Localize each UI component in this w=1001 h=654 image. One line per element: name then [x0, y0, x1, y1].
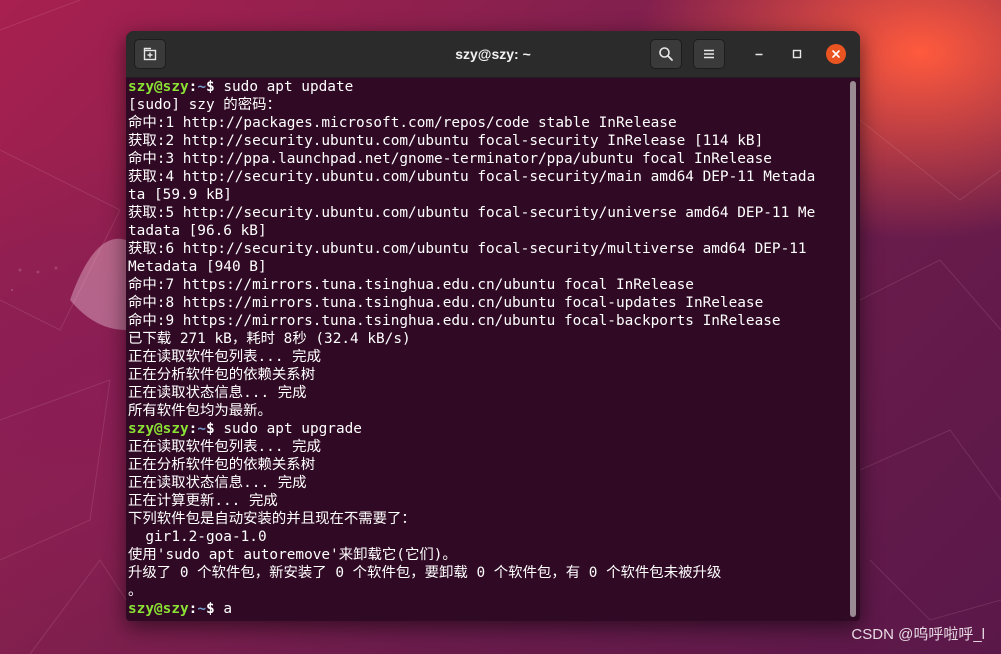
output-line: 正在读取软件包列表... 完成: [128, 438, 846, 456]
close-button[interactable]: [826, 44, 846, 64]
prompt-symbol: $: [206, 421, 224, 437]
output-line: 正在读取软件包列表... 完成: [128, 348, 846, 366]
prompt-symbol: $: [206, 79, 224, 95]
output-line: 命中:1 http://packages.microsoft.com/repos…: [128, 114, 846, 132]
output-text: ta [59.9 kB]: [128, 187, 232, 203]
output-line: 命中:8 https://mirrors.tuna.tsinghua.edu.c…: [128, 294, 846, 312]
terminal-scrollbar[interactable]: [848, 81, 858, 619]
close-icon: [832, 50, 840, 58]
output-text: 正在读取软件包列表... 完成: [128, 349, 321, 365]
prompt-path: ~: [197, 421, 206, 437]
output-line: Metadata [940 B]: [128, 258, 846, 276]
watermark-text: CSDN @呜呼啦呼_l: [851, 626, 985, 643]
output-line: 获取:5 http://security.ubuntu.com/ubuntu f…: [128, 204, 846, 222]
prompt-user: szy@szy: [128, 601, 189, 617]
output-line: 下列软件包是自动安装的并且现在不需要了：: [128, 510, 846, 528]
output-line: 正在读取状态信息... 完成: [128, 474, 846, 492]
output-line: ta [59.9 kB]: [128, 186, 846, 204]
minimize-button[interactable]: [749, 44, 769, 64]
maximize-button[interactable]: [787, 44, 807, 64]
output-line: [sudo] szy 的密码：: [128, 96, 846, 114]
prompt-symbol: $: [206, 601, 224, 617]
maximize-icon: [792, 49, 802, 59]
output-text: 获取:4 http://security.ubuntu.com/ubuntu f…: [128, 169, 816, 185]
scrollbar-thumb[interactable]: [850, 81, 856, 617]
new-tab-icon: [143, 47, 157, 61]
search-icon: [659, 47, 673, 61]
output-text: 已下载 271 kB，耗时 8秒 (32.4 kB/s): [128, 331, 411, 347]
menu-button[interactable]: [693, 39, 725, 69]
output-text: 所有软件包均为最新。: [128, 403, 272, 419]
window-titlebar[interactable]: szy@szy: ~: [126, 31, 860, 78]
output-text: 获取:6 http://security.ubuntu.com/ubuntu f…: [128, 241, 807, 257]
prompt-line: szy@szy:~$ sudo apt upgrade: [128, 420, 846, 438]
new-tab-button[interactable]: [134, 39, 166, 69]
output-line: 获取:4 http://security.ubuntu.com/ubuntu f…: [128, 168, 846, 186]
output-line: 使用'sudo apt autoremove'来卸载它(它们)。: [128, 546, 846, 564]
command-text: a: [223, 601, 232, 617]
minimize-icon: [755, 53, 763, 56]
output-line: 已下载 271 kB，耗时 8秒 (32.4 kB/s): [128, 330, 846, 348]
prompt-line: szy@szy:~$ a: [128, 600, 846, 618]
output-line: 命中:7 https://mirrors.tuna.tsinghua.edu.c…: [128, 276, 846, 294]
output-text: 命中:1 http://packages.microsoft.com/repos…: [128, 115, 677, 131]
output-line: 正在计算更新... 完成: [128, 492, 846, 510]
output-line: 命中:9 https://mirrors.tuna.tsinghua.edu.c…: [128, 312, 846, 330]
output-text: [sudo] szy 的密码：: [128, 97, 281, 113]
output-text: 获取:2 http://security.ubuntu.com/ubuntu f…: [128, 133, 764, 149]
output-text: 正在计算更新... 完成: [128, 493, 278, 509]
output-line: 。: [128, 582, 846, 600]
output-text: 。: [128, 583, 143, 599]
output-text: 命中:8 https://mirrors.tuna.tsinghua.edu.c…: [128, 295, 764, 311]
output-line: 获取:6 http://security.ubuntu.com/ubuntu f…: [128, 240, 846, 258]
output-text: gir1.2-goa-1.0: [128, 529, 267, 545]
output-text: 正在读取软件包列表... 完成: [128, 439, 321, 455]
output-line: 获取:2 http://security.ubuntu.com/ubuntu f…: [128, 132, 846, 150]
output-text: 升级了 0 个软件包，新安装了 0 个软件包，要卸载 0 个软件包，有 0 个软…: [128, 565, 722, 581]
output-text: 使用'sudo apt autoremove'来卸载它(它们)。: [128, 547, 457, 563]
search-button[interactable]: [650, 39, 682, 69]
output-line: gir1.2-goa-1.0: [128, 528, 846, 546]
prompt-path: ~: [197, 79, 206, 95]
output-text: 正在读取状态信息... 完成: [128, 385, 307, 401]
output-line: 升级了 0 个软件包，新安装了 0 个软件包，要卸载 0 个软件包，有 0 个软…: [128, 564, 846, 582]
output-text: 获取:5 http://security.ubuntu.com/ubuntu f…: [128, 205, 816, 221]
output-text: 命中:9 https://mirrors.tuna.tsinghua.edu.c…: [128, 313, 781, 329]
output-text: 命中:3 http://ppa.launchpad.net/gnome-term…: [128, 151, 772, 167]
prompt-user: szy@szy: [128, 421, 189, 437]
terminal-window: szy@szy: ~ szy@szy:~$ sudo apt update [s…: [126, 31, 860, 621]
output-text: 下列软件包是自动安装的并且现在不需要了：: [128, 511, 416, 527]
prompt-user: szy@szy: [128, 79, 189, 95]
output-line: 正在读取状态信息... 完成: [128, 384, 846, 402]
command-text: sudo apt upgrade: [223, 421, 362, 437]
output-text: 命中:7 https://mirrors.tuna.tsinghua.edu.c…: [128, 277, 694, 293]
hamburger-menu-icon: [704, 49, 714, 59]
output-text: tadata [96.6 kB]: [128, 223, 267, 239]
prompt-line: szy@szy:~$ sudo apt update: [128, 78, 846, 96]
terminal-output[interactable]: szy@szy:~$ sudo apt update [sudo] szy 的密码…: [128, 78, 846, 618]
prompt-path: ~: [197, 601, 206, 617]
output-line: 正在分析软件包的依赖关系树: [128, 456, 846, 474]
output-text: Metadata [940 B]: [128, 259, 267, 275]
command-text: sudo apt update: [223, 79, 354, 95]
output-text: 正在分析软件包的依赖关系树: [128, 367, 316, 383]
output-line: tadata [96.6 kB]: [128, 222, 846, 240]
output-text: 正在分析软件包的依赖关系树: [128, 457, 316, 473]
output-line: 命中:3 http://ppa.launchpad.net/gnome-term…: [128, 150, 846, 168]
output-line: 所有软件包均为最新。: [128, 402, 846, 420]
output-text: 正在读取状态信息... 完成: [128, 475, 307, 491]
output-line: 正在分析软件包的依赖关系树: [128, 366, 846, 384]
